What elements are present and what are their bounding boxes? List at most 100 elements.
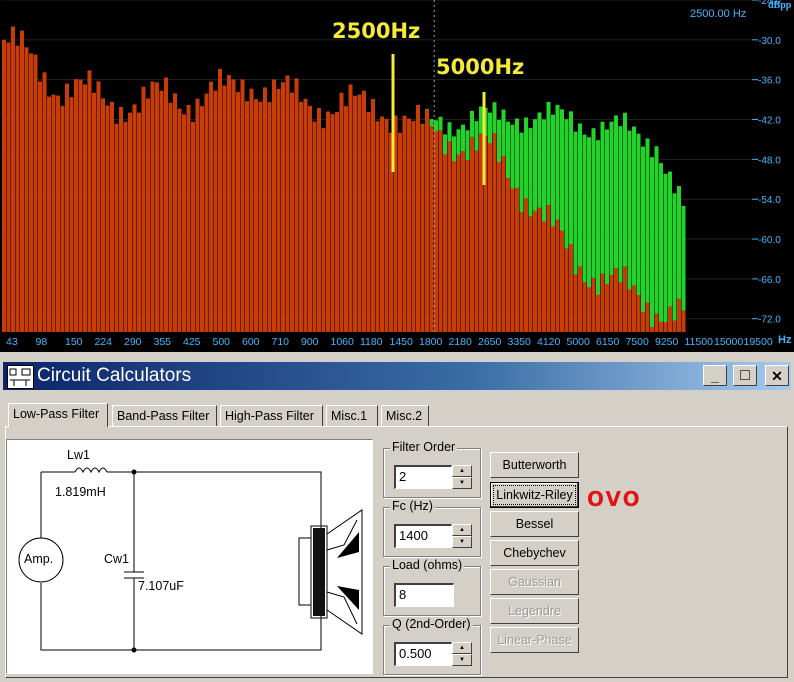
tab-misc-2[interactable]: Misc.2 <box>381 405 429 426</box>
fc-group: Fc (Hz) 1400 ▲ ▼ <box>383 499 481 557</box>
q-field[interactable]: 0.500 <box>394 642 452 666</box>
red-bar <box>357 94 362 332</box>
red-bar <box>258 101 263 333</box>
red-bar <box>110 101 114 332</box>
x-tick-label: 1180 <box>360 336 383 348</box>
spin-down-icon[interactable]: ▼ <box>452 654 472 666</box>
red-bar <box>2 39 6 333</box>
x-tick-label: 5000 <box>567 336 591 348</box>
red-bar <box>672 320 677 332</box>
q-spinner[interactable]: ▲ ▼ <box>452 642 472 666</box>
tab-band-pass-filter[interactable]: Band-Pass Filter <box>112 405 217 426</box>
red-bar <box>114 123 119 332</box>
red-bar <box>479 133 483 332</box>
red-bar <box>407 118 411 332</box>
red-bar <box>51 94 56 332</box>
red-bar <box>600 273 605 332</box>
filter-order-group: Filter Order 2 ▲ ▼ <box>383 440 481 498</box>
red-bar <box>308 105 312 332</box>
spin-up-icon[interactable]: ▲ <box>452 642 472 654</box>
red-bar <box>150 81 155 332</box>
green-bar <box>659 163 663 332</box>
x-tick-label: 150 <box>65 336 83 348</box>
red-bar <box>636 294 641 332</box>
red-bar <box>281 82 285 332</box>
red-bar <box>87 70 92 333</box>
x-tick-label: 500 <box>213 336 231 348</box>
red-bar <box>218 68 222 332</box>
red-bar <box>627 289 632 332</box>
x-tick-label: 9250 <box>655 336 679 348</box>
red-bar <box>276 88 281 332</box>
red-bar <box>443 154 447 332</box>
red-bar <box>164 77 168 332</box>
red-bar <box>78 79 83 333</box>
linkwitz-riley-button[interactable]: Linkwitz-Riley <box>490 482 579 508</box>
gaussian-button[interactable]: Gaussian <box>490 569 579 595</box>
spectrum-plot: -24.0-30.0-36.0-42.0-48.0-54.0-60.0-66.0… <box>0 0 794 350</box>
red-bar <box>380 116 384 333</box>
red-bar <box>83 84 87 332</box>
red-bar <box>573 274 578 332</box>
red-bar <box>645 302 650 332</box>
tab-misc-1[interactable]: Misc.1 <box>326 405 378 426</box>
fc-label: Fc (Hz) <box>390 499 435 513</box>
red-bar <box>492 133 497 332</box>
tab-low-pass-filter[interactable]: Low-Pass Filter <box>8 403 108 427</box>
red-bar <box>317 108 321 333</box>
window-title: Circuit Calculators <box>37 365 192 386</box>
red-bar <box>411 120 416 333</box>
red-bar <box>204 93 209 332</box>
red-bar <box>425 109 429 332</box>
chebychev-button[interactable]: Chebychev <box>490 540 579 566</box>
red-bar <box>582 281 587 332</box>
circuit-calculators-window: Circuit Calculators _ □ ✕ Low-Pass Filte… <box>0 352 794 682</box>
green-bar <box>672 193 677 332</box>
linear-phase-button[interactable]: Linear-Phase <box>490 627 579 653</box>
butterworth-button[interactable]: Butterworth <box>490 452 579 478</box>
title-bar[interactable]: Circuit Calculators _ □ ✕ <box>3 362 791 390</box>
red-bar <box>438 130 443 332</box>
red-bar <box>182 114 186 333</box>
red-bar <box>321 128 326 332</box>
x-tick-label: 98 <box>36 336 48 348</box>
filter-order-spinner[interactable]: ▲ ▼ <box>452 465 472 489</box>
fc-field[interactable]: 1400 <box>394 524 452 548</box>
red-bar <box>186 104 191 332</box>
tab-high-pass-filter[interactable]: High-Pass Filter <box>220 405 323 426</box>
red-bar <box>537 207 542 332</box>
fc-spinner[interactable]: ▲ ▼ <box>452 524 472 548</box>
q-group: Q (2nd-Order) 0.500 ▲ ▼ <box>383 617 481 675</box>
spin-up-icon[interactable]: ▲ <box>452 524 472 536</box>
red-bar <box>681 310 686 332</box>
close-button[interactable]: ✕ <box>765 365 789 386</box>
red-bar <box>335 112 339 333</box>
red-bar <box>330 114 335 332</box>
x-tick-label: 1450 <box>390 336 414 348</box>
annotation-5000hz: 5000Hz <box>436 55 525 79</box>
spin-up-icon[interactable]: ▲ <box>452 465 472 477</box>
red-bar <box>560 230 564 332</box>
x-tick-label: 1800 <box>419 336 443 348</box>
load-field[interactable]: 8 <box>394 583 454 607</box>
filter-order-field[interactable]: 2 <box>394 465 452 489</box>
red-bar <box>209 81 213 332</box>
spin-down-icon[interactable]: ▼ <box>452 536 472 548</box>
red-bar <box>353 95 357 332</box>
red-bar <box>173 93 177 332</box>
red-bar <box>654 313 659 332</box>
red-bar <box>285 75 290 333</box>
red-bar <box>231 79 236 332</box>
red-bar <box>267 102 272 332</box>
minimize-button[interactable]: _ <box>703 365 727 386</box>
red-bar <box>587 287 591 332</box>
legendre-button[interactable]: Legendre <box>490 598 579 624</box>
red-bar <box>609 274 614 332</box>
bessel-button[interactable]: Bessel <box>490 511 579 537</box>
red-bar <box>596 294 600 332</box>
green-bar <box>641 146 645 332</box>
maximize-button[interactable]: □ <box>733 365 757 386</box>
spin-down-icon[interactable]: ▼ <box>452 477 472 489</box>
x-tick-label: 710 <box>272 336 290 348</box>
x-tick-label: 15000 <box>714 336 743 348</box>
